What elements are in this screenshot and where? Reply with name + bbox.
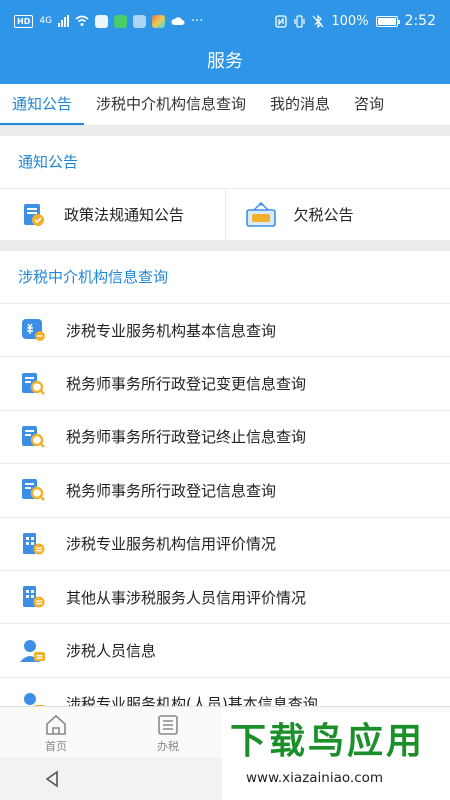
notification-app-icon [95,14,109,28]
nav-home-label: 首页 [45,740,67,753]
wifi-icon [75,15,89,26]
battery-icon [375,15,400,27]
doc-search-icon [22,425,45,448]
cloud-icon [171,17,185,25]
doc-search-icon [22,479,45,502]
tab-consult[interactable]: 咨询 [342,84,396,125]
person-icon [24,692,45,706]
list-item-label: 涉税专业服务机构基本信息查询 [66,321,277,340]
tab-bar: 通知公告 涉税中介机构信息查询 我的消息 咨询 [0,84,450,126]
watermark: 下载鸟应用 www.xiazainiao.com [222,712,450,800]
nav-home[interactable]: 首页 [0,707,112,758]
section-gap [0,241,450,251]
list-item[interactable]: 涉税专业服务机构(人员)基本信息查询 [0,677,450,706]
building-icon [23,532,45,555]
notification-app-icon [152,14,166,28]
list-icon [158,715,178,735]
more-notifications-icon: ··· [191,13,204,29]
building-icon [23,586,45,608]
battery-percent: 100% [331,13,369,29]
notification-app-icon [133,14,147,28]
clock: 2:52 [404,13,436,29]
notice-section: 通知公告 政策法规通知公告 欠税公告 [0,136,450,241]
list-item-label: 税务师事务所行政登记终止信息查询 [66,428,307,447]
list-item[interactable]: 税务师事务所行政登记终止信息查询 [0,410,450,465]
list-item[interactable]: 涉税人员信息 [0,624,450,678]
list-item-label: 涉税专业服务机构信用评价情况 [66,535,277,554]
network-type: 4G [39,16,53,26]
list-item-label: 其他从事涉税服务人员信用评价情况 [66,588,307,607]
status-right: 100% 2:52 [275,13,436,29]
list-item[interactable]: 涉税专业服务机构基本信息查询 [0,304,450,358]
tab-agency-query[interactable]: 涉税中介机构信息查询 [84,84,258,125]
agency-section-title: 涉税中介机构信息查询 [0,251,450,304]
list-item-label: 涉税专业服务机构(人员)基本信息查询 [66,695,318,706]
nav-tax[interactable]: 办税 [112,707,224,758]
page-title: 服务 [0,42,450,84]
back-icon[interactable] [43,769,63,789]
nav-tax-label: 办税 [157,740,179,753]
tab-my-messages[interactable]: 我的消息 [258,84,342,125]
wechat-icon [114,14,128,28]
agency-badge-icon [22,319,45,342]
content-scroll[interactable]: 通知公告 政策法规通知公告 欠税公告 涉税中介机构信息查询 涉税专业服务机构基本… [0,126,450,706]
list-item[interactable]: 税务师事务所行政登记变更信息查询 [0,357,450,411]
list-item-label: 税务师事务所行政登记变更信息查询 [66,375,307,394]
nfc-icon [275,14,288,28]
agency-section: 涉税中介机构信息查询 涉税专业服务机构基本信息查询 税务师事务所行政登记变更信息… [0,251,450,706]
policy-notice-label: 政策法规通知公告 [64,206,185,224]
doc-search-icon [22,372,45,395]
status-left: HD 4G ··· [14,14,203,29]
list-item[interactable]: 涉税专业服务机构信用评价情况 [0,517,450,571]
tax-owed-notice-label: 欠税公告 [293,206,354,224]
watermark-url: www.xiazainiao.com [246,770,384,786]
tab-notice[interactable]: 通知公告 [0,84,85,125]
person-icon [20,639,45,662]
watermark-logo-text: 下载鸟应用 [230,721,426,762]
status-bar: HD 4G ··· 100% 2:52 [0,0,450,42]
list-item-label: 涉税人员信息 [66,642,157,661]
tax-owed-notice-item[interactable]: 欠税公告 [224,189,450,240]
policy-doc-icon [24,203,44,226]
notice-section-title: 通知公告 [0,136,450,189]
list-item[interactable]: 税务师事务所行政登记信息查询 [0,464,450,518]
list-item[interactable]: 其他从事涉税服务人员信用评价情况 [0,570,450,625]
home-icon [46,714,66,735]
list-item-label: 税务师事务所行政登记信息查询 [66,481,277,500]
tax-owed-sign-icon [245,201,276,227]
signal-icon [58,15,70,27]
section-gap [0,126,450,136]
hd-badge: HD [14,14,34,28]
policy-notice-item[interactable]: 政策法规通知公告 [0,189,225,240]
bluetooth-off-icon [312,14,324,28]
notice-grid: 政策法规通知公告 欠税公告 [0,189,450,241]
vibrate-icon [294,14,305,28]
